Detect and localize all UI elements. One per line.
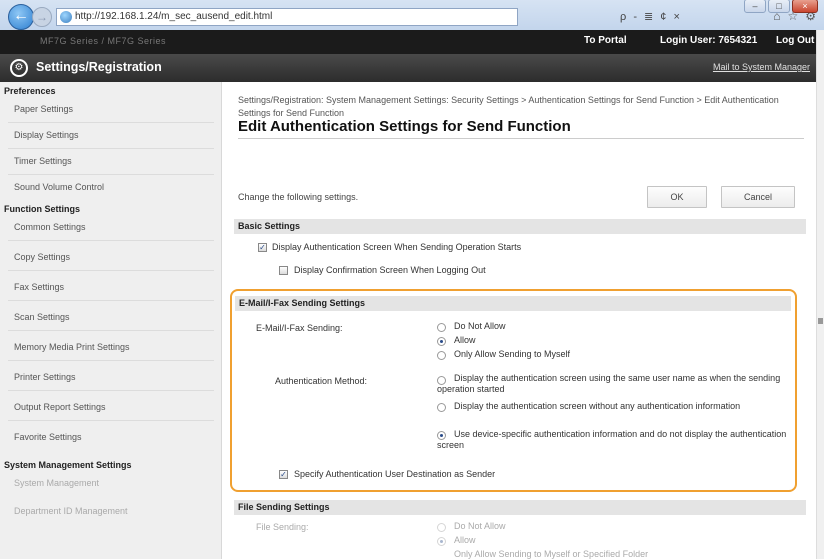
browser-titlebar: ← → http://192.168.1.24/m_sec_ausend_edi… <box>0 0 824 30</box>
email-not-allow-radio[interactable] <box>437 323 446 332</box>
scroll-thumb[interactable] <box>818 318 823 324</box>
sidebar-item-department-id[interactable]: Department ID Management <box>0 498 222 524</box>
sidebar-item-copy[interactable]: Copy Settings <box>0 244 222 270</box>
device-name: MF7G Series / MF7G Series <box>40 36 167 46</box>
section-email-settings: E-Mail/I-Fax Sending Settings <box>235 296 791 311</box>
sidebar-item-common[interactable]: Common Settings <box>0 214 222 240</box>
breadcrumb: Settings/Registration: System Management… <box>238 95 779 118</box>
section-file-settings: File Sending Settings <box>234 500 806 515</box>
auth-option3-label: Use device-specific authentication infor… <box>437 429 787 450</box>
title-divider <box>238 138 804 139</box>
auth-option2-label: Display the authentication screen withou… <box>454 401 741 411</box>
display-confirm-label: Display Confirmation Screen When Logging… <box>294 265 486 275</box>
sidebar-item-paper[interactable]: Paper Settings <box>0 96 222 122</box>
divider <box>8 300 214 301</box>
email-allow-radio[interactable] <box>437 337 446 346</box>
sidebar-heading-system: System Management Settings <box>4 460 132 470</box>
forward-button[interactable]: → <box>32 7 52 27</box>
address-bar[interactable]: http://192.168.1.24/m_sec_ausend_edit.ht… <box>56 8 518 26</box>
sidebar-item-sound[interactable]: Sound Volume Control <box>0 174 222 200</box>
window-controls: – □ × <box>744 0 818 13</box>
display-confirm-checkbox[interactable] <box>279 266 288 275</box>
sidebar-item-display[interactable]: Display Settings <box>0 122 222 148</box>
minimize-button[interactable]: – <box>744 0 766 13</box>
to-portal-link[interactable]: To Portal <box>584 35 627 46</box>
address-tools[interactable]: ρ - ≣ ¢ × <box>620 10 682 23</box>
sidebar-item-favorite[interactable]: Favorite Settings <box>0 424 222 450</box>
specify-dest-checkbox[interactable]: ✓ <box>279 470 288 479</box>
file-allow-label: Allow <box>454 535 476 545</box>
sidebar-item-fax[interactable]: Fax Settings <box>0 274 222 300</box>
divider <box>8 330 214 331</box>
sidebar-item-memory-media[interactable]: Memory Media Print Settings <box>0 334 222 360</box>
url-text: http://192.168.1.24/m_sec_ausend_edit.ht… <box>75 11 273 22</box>
auth-option1-label: Display the authentication screen using … <box>437 373 781 394</box>
sidebar-heading-preferences: Preferences <box>4 86 56 96</box>
login-user: Login User: 7654321 <box>660 35 758 46</box>
close-window-button[interactable]: × <box>792 0 818 13</box>
divider <box>8 420 214 421</box>
email-allow-label: Allow <box>454 335 476 345</box>
back-button[interactable]: ← <box>8 4 34 30</box>
sidebar: Preferences Paper Settings Display Setti… <box>0 82 222 559</box>
sidebar-item-scan[interactable]: Scan Settings <box>0 304 222 330</box>
settings-gear-icon: ⚙ <box>10 59 28 77</box>
specify-dest-label: Specify Authentication User Destination … <box>294 469 496 479</box>
mail-manager-link[interactable]: Mail to System Manager <box>713 62 810 72</box>
divider <box>8 360 214 361</box>
auth-method-label: Authentication Method: <box>275 376 368 386</box>
file-not-allow-radio[interactable] <box>437 523 446 532</box>
display-auth-checkbox[interactable]: ✓ <box>258 243 267 252</box>
logout-link[interactable]: Log Out <box>776 35 814 46</box>
email-sending-label: E-Mail/I-Fax Sending: <box>256 323 343 333</box>
sidebar-item-system-management[interactable]: System Management <box>0 470 222 496</box>
globe-icon <box>60 11 72 23</box>
sidebar-item-timer[interactable]: Timer Settings <box>0 148 222 174</box>
sidebar-item-output-report[interactable]: Output Report Settings <box>0 394 222 420</box>
email-only-myself-label: Only Allow Sending to Myself <box>454 349 571 359</box>
section-basic-settings: Basic Settings <box>234 219 806 234</box>
cancel-button[interactable]: Cancel <box>721 186 795 208</box>
ok-button[interactable]: OK <box>647 186 707 208</box>
file-sending-label: File Sending: <box>256 522 309 532</box>
app-header: ⚙ Settings/Registration Mail to System M… <box>0 54 816 82</box>
divider <box>8 240 214 241</box>
sidebar-heading-function: Function Settings <box>4 204 80 214</box>
file-only-label: Only Allow Sending to Myself or Specifie… <box>454 549 649 559</box>
divider <box>8 390 214 391</box>
sidebar-item-printer[interactable]: Printer Settings <box>0 364 222 390</box>
email-not-allow-label: Do Not Allow <box>454 321 506 331</box>
file-allow-radio[interactable] <box>437 537 446 546</box>
page-title: Edit Authentication Settings for Send Fu… <box>238 118 571 135</box>
maximize-button[interactable]: □ <box>768 0 790 13</box>
email-only-myself-radio[interactable] <box>437 351 446 360</box>
instruction-text: Change the following settings. <box>238 192 359 202</box>
app-topbar: MF7G Series / MF7G Series To Portal Logi… <box>0 30 816 54</box>
page-scrollbar[interactable] <box>816 30 824 559</box>
display-auth-label: Display Authentication Screen When Sendi… <box>272 242 522 252</box>
file-not-allow-label: Do Not Allow <box>454 521 506 531</box>
app-title: Settings/Registration <box>36 60 162 74</box>
divider <box>8 270 214 271</box>
